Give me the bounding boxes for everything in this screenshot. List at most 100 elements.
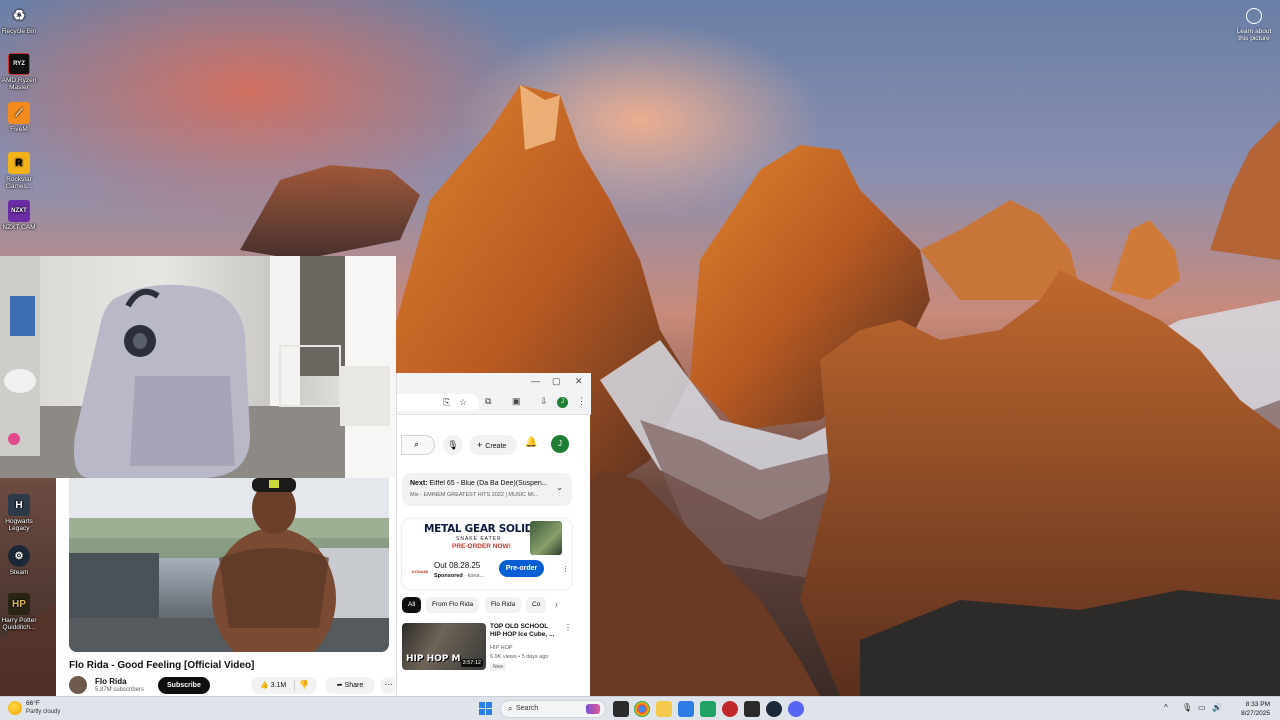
browser-menu-icon[interactable]: ⋮: [577, 396, 586, 407]
tab-search-icon[interactable]: ▣: [512, 396, 521, 407]
downloads-icon[interactable]: ⇩: [540, 396, 548, 407]
desktop-icon-label: Recycle Bin: [1, 28, 37, 35]
user-avatar[interactable]: J: [551, 435, 569, 453]
up-next-title-line: Next: Eiffel 65 - Blue (Da Ba Dee)(Suspe…: [410, 480, 550, 487]
desktop-icon-label: Steam: [9, 569, 29, 576]
search-icon: ⌕: [508, 704, 513, 713]
search-highlight-icon: [586, 704, 600, 714]
chip-all[interactable]: All: [402, 597, 422, 613]
network-icon[interactable]: ▭: [1198, 703, 1206, 712]
search-button[interactable]: ⌕: [401, 435, 435, 455]
like-divider: [294, 680, 295, 691]
recommended-title[interactable]: TOP OLD SCHOOL HIP HOP Ice Cube, ...: [490, 623, 558, 639]
desktop-icon-rockstar-games[interactable]: R Rockstar Games...: [0, 152, 38, 190]
desktop-icon-harry-potter-quidditch[interactable]: HP Harry Potter Quidditch...: [0, 593, 38, 631]
volume-icon[interactable]: 🔊: [1212, 703, 1222, 712]
chevron-down-icon[interactable]: ⌄: [556, 483, 563, 492]
thumbnail-text: HIP HOP M: [406, 654, 461, 664]
more-actions-button[interactable]: ⋯: [380, 677, 397, 694]
voice-search-button[interactable]: 🎙: [443, 435, 463, 455]
weather-widget[interactable]: 66°F Partly cloudy: [8, 700, 88, 718]
taskbar-search-label: Search: [516, 705, 539, 712]
up-next-subtitle: Mix - EMINEM GREATEST HITS 2022 | MUSIC …: [410, 492, 539, 498]
xbox-icon[interactable]: [700, 701, 716, 717]
learn-about-label: Learn about this picture: [1236, 28, 1272, 42]
learn-about-picture[interactable]: Learn about this picture: [1236, 8, 1272, 42]
desktop-icon-label: Hogwarts Legacy: [5, 518, 33, 532]
recommended-channel[interactable]: HIP HOP: [490, 645, 513, 651]
taskbar-search[interactable]: ⌕ Search: [500, 700, 606, 718]
epic-games-icon[interactable]: [744, 701, 760, 717]
minimize-icon[interactable]: —: [531, 376, 540, 386]
close-icon[interactable]: ✕: [575, 376, 583, 387]
ad-sponsor-line: Sponsored · kona...: [434, 573, 485, 579]
harry-potter-quidditch-icon: HP: [8, 593, 30, 615]
video-player[interactable]: [69, 478, 389, 652]
video-more-icon[interactable]: ⋮: [564, 623, 572, 632]
desktop-icon-label: FiveM: [10, 126, 28, 133]
windows-logo-icon: [486, 702, 492, 708]
video-title: Flo Rida - Good Feeling [Official Video]: [69, 660, 255, 671]
recommended-thumbnail[interactable]: HIP HOP M 3:57:12: [402, 623, 486, 670]
address-bar[interactable]: ⎘ ☆: [397, 394, 479, 411]
sponsored-ad-card[interactable]: METAL GEAR SOLID Δ SNAKE EATER PRE-ORDER…: [402, 519, 572, 589]
chip-from-flo-rida[interactable]: From Flo Rida: [426, 597, 480, 613]
game-app-icon[interactable]: [722, 701, 738, 717]
bookmark-star-icon[interactable]: ☆: [459, 397, 467, 408]
chevron-up-icon[interactable]: ^: [1164, 703, 1168, 712]
subscriber-count: 5.87M subscribers: [95, 687, 145, 693]
chip-partial[interactable]: Co: [526, 597, 547, 613]
like-count: 3.1M: [270, 682, 287, 689]
desktop-icon-steam[interactable]: ⚙ Steam: [0, 545, 38, 576]
thumbs-up-icon: 👍: [260, 682, 269, 689]
desktop-icon-label: Rockstar Games...: [5, 176, 33, 190]
browser-profile-avatar[interactable]: J: [557, 397, 568, 408]
share-button[interactable]: ➦ Share: [325, 677, 375, 694]
sponsored-label: Sponsored: [434, 573, 463, 579]
file-explorer-icon[interactable]: [656, 701, 672, 717]
camera-icon: [1246, 8, 1262, 24]
cast-icon[interactable]: ⎘: [443, 397, 450, 408]
recommended-video[interactable]: HIP HOP M 3:57:12 TOP OLD SCHOOL HIP HOP…: [402, 623, 582, 675]
subscribe-button[interactable]: Subscribe: [158, 677, 210, 694]
chrome-icon[interactable]: [634, 701, 650, 717]
notifications-bell-icon[interactable]: 🔔: [525, 437, 537, 448]
windows-logo-icon: [479, 709, 485, 715]
start-button[interactable]: [479, 702, 492, 715]
clock[interactable]: 8:33 PM 8/27/2025: [1241, 700, 1270, 718]
desktop-icon-fivem[interactable]: ⟋ FiveM: [0, 102, 38, 133]
preorder-button[interactable]: Pre-order: [499, 560, 544, 577]
maximize-icon[interactable]: ▢: [552, 376, 561, 387]
channel-name[interactable]: Flo Rida: [95, 677, 127, 686]
desktop-icon-amd-ryzen-master[interactable]: RYZ AMD Ryzen Master: [0, 53, 38, 91]
desktop-icon-recycle-bin[interactable]: ♻ Recycle Bin: [0, 4, 38, 36]
dislike-button[interactable]: 👎: [299, 680, 309, 689]
like-button[interactable]: 👍 3.1M: [260, 681, 286, 689]
up-next-card[interactable]: Next: Eiffel 65 - Blue (Da Ba Dee)(Suspe…: [402, 473, 572, 506]
steam-icon[interactable]: [766, 701, 782, 717]
browser-titlebar[interactable]: — ▢ ✕: [397, 373, 591, 391]
clock-date: 8/27/2025: [1241, 710, 1270, 717]
desktop-icon-label: NZXT CAM: [2, 224, 36, 231]
weather-temp: 66°F: [26, 700, 40, 707]
ad-banner-cta: PRE-ORDER NOW!: [452, 543, 511, 550]
ad-release-date: Out 08.28.25: [434, 561, 481, 570]
extensions-icon[interactable]: ⧉: [485, 396, 491, 407]
create-button[interactable]: + Create: [469, 435, 517, 455]
video-duration: 3:57:12: [460, 659, 483, 667]
desktop-icon-hogwarts-legacy[interactable]: H Hogwarts Legacy: [0, 494, 38, 532]
discord-icon[interactable]: [788, 701, 804, 717]
desktop-icon-nzxt-cam[interactable]: NZXT NZXT CAM: [0, 200, 38, 231]
channel-row: Flo Rida 5.87M subscribers Subscribe 👍 3…: [69, 676, 397, 696]
channel-avatar[interactable]: [69, 676, 87, 694]
webcam-scene: [0, 256, 396, 478]
amd-ryzen-master-icon: RYZ: [8, 53, 30, 75]
store-icon[interactable]: [678, 701, 694, 717]
microphone-icon[interactable]: 🎙: [1182, 703, 1192, 712]
chevron-right-icon[interactable]: ›: [555, 600, 558, 609]
ad-banner[interactable]: METAL GEAR SOLID Δ SNAKE EATER PRE-ORDER…: [412, 521, 562, 557]
chip-flo-rida[interactable]: Flo Rida: [485, 597, 522, 613]
ad-more-icon[interactable]: ⋮: [562, 565, 569, 573]
share-icon: ➦: [336, 682, 343, 689]
task-view-icon[interactable]: [613, 701, 629, 717]
